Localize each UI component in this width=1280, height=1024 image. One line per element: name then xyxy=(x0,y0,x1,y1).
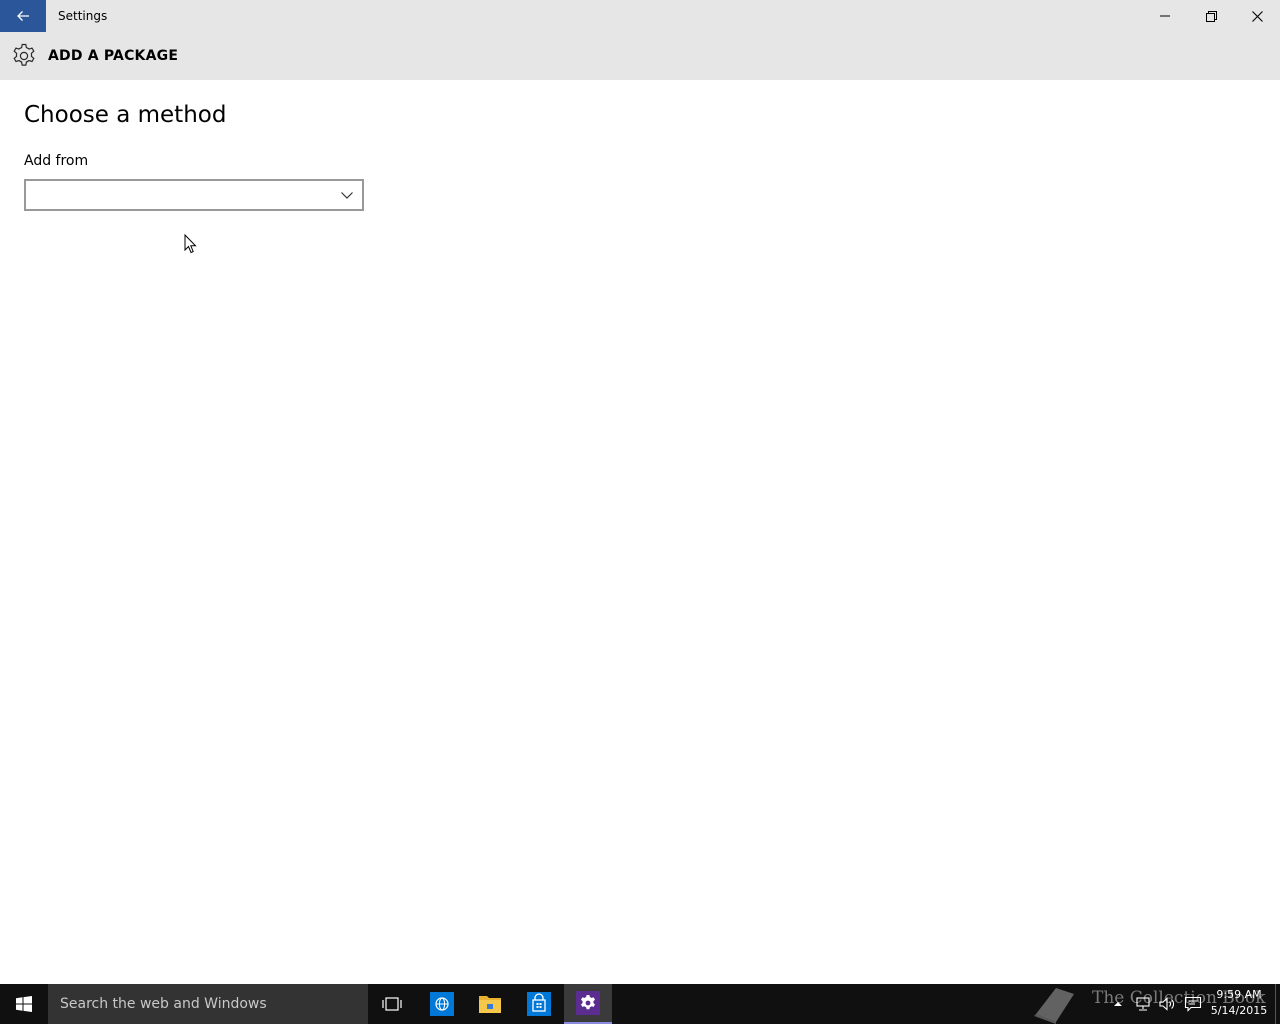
page-header: ADD A PACKAGE xyxy=(0,32,1280,80)
network-icon xyxy=(1136,997,1150,1011)
restore-button[interactable] xyxy=(1188,0,1234,32)
back-button[interactable] xyxy=(0,0,46,32)
windows-logo-icon xyxy=(16,996,32,1012)
show-hidden-icons-button[interactable] xyxy=(1108,994,1128,1014)
minimize-icon xyxy=(1160,15,1170,17)
section-heading: Choose a method xyxy=(24,102,227,128)
taskbar-search-box[interactable]: Search the web and Windows xyxy=(48,984,368,1024)
window-title: Settings xyxy=(58,9,108,23)
taskbar-browser[interactable] xyxy=(418,984,466,1024)
network-button[interactable] xyxy=(1133,994,1153,1014)
add-from-dropdown[interactable] xyxy=(24,179,364,211)
taskbar-file-explorer[interactable] xyxy=(466,984,514,1024)
minimize-button[interactable] xyxy=(1142,0,1188,32)
taskbar: Search the web and Windows The Collectio… xyxy=(0,984,1280,1024)
restore-icon xyxy=(1205,10,1217,22)
chevron-up-icon xyxy=(1114,1002,1122,1006)
book-logo-icon xyxy=(1034,988,1074,1024)
settings-gear-icon xyxy=(576,991,600,1015)
task-view-icon xyxy=(382,997,402,1011)
taskbar-settings[interactable] xyxy=(564,984,612,1024)
clock-time: 9:59 AM xyxy=(1216,988,1262,1001)
search-placeholder: Search the web and Windows xyxy=(60,996,267,1012)
action-center-button[interactable] xyxy=(1183,994,1203,1014)
taskbar-clock[interactable]: 9:59 AM 5/14/2015 xyxy=(1208,987,1270,1019)
add-from-label: Add from xyxy=(24,153,89,169)
file-explorer-icon xyxy=(479,996,501,1013)
store-icon xyxy=(527,992,551,1016)
start-button[interactable] xyxy=(0,984,48,1024)
close-icon xyxy=(1251,10,1263,22)
back-arrow-icon xyxy=(17,11,29,21)
chevron-down-icon xyxy=(341,192,353,199)
action-center-icon xyxy=(1184,996,1202,1012)
clock-date: 5/14/2015 xyxy=(1210,1004,1268,1017)
task-view-button[interactable] xyxy=(368,984,416,1024)
taskbar-store[interactable] xyxy=(515,984,563,1024)
browser-icon xyxy=(430,992,454,1016)
volume-icon xyxy=(1159,997,1174,1011)
title-bar: Settings xyxy=(0,0,1280,32)
page-title: ADD A PACKAGE xyxy=(48,48,179,64)
gear-icon xyxy=(13,43,35,66)
volume-button[interactable] xyxy=(1157,994,1177,1014)
close-button[interactable] xyxy=(1234,0,1280,32)
show-desktop-button[interactable] xyxy=(1275,984,1280,1024)
mouse-pointer-icon xyxy=(184,234,197,254)
